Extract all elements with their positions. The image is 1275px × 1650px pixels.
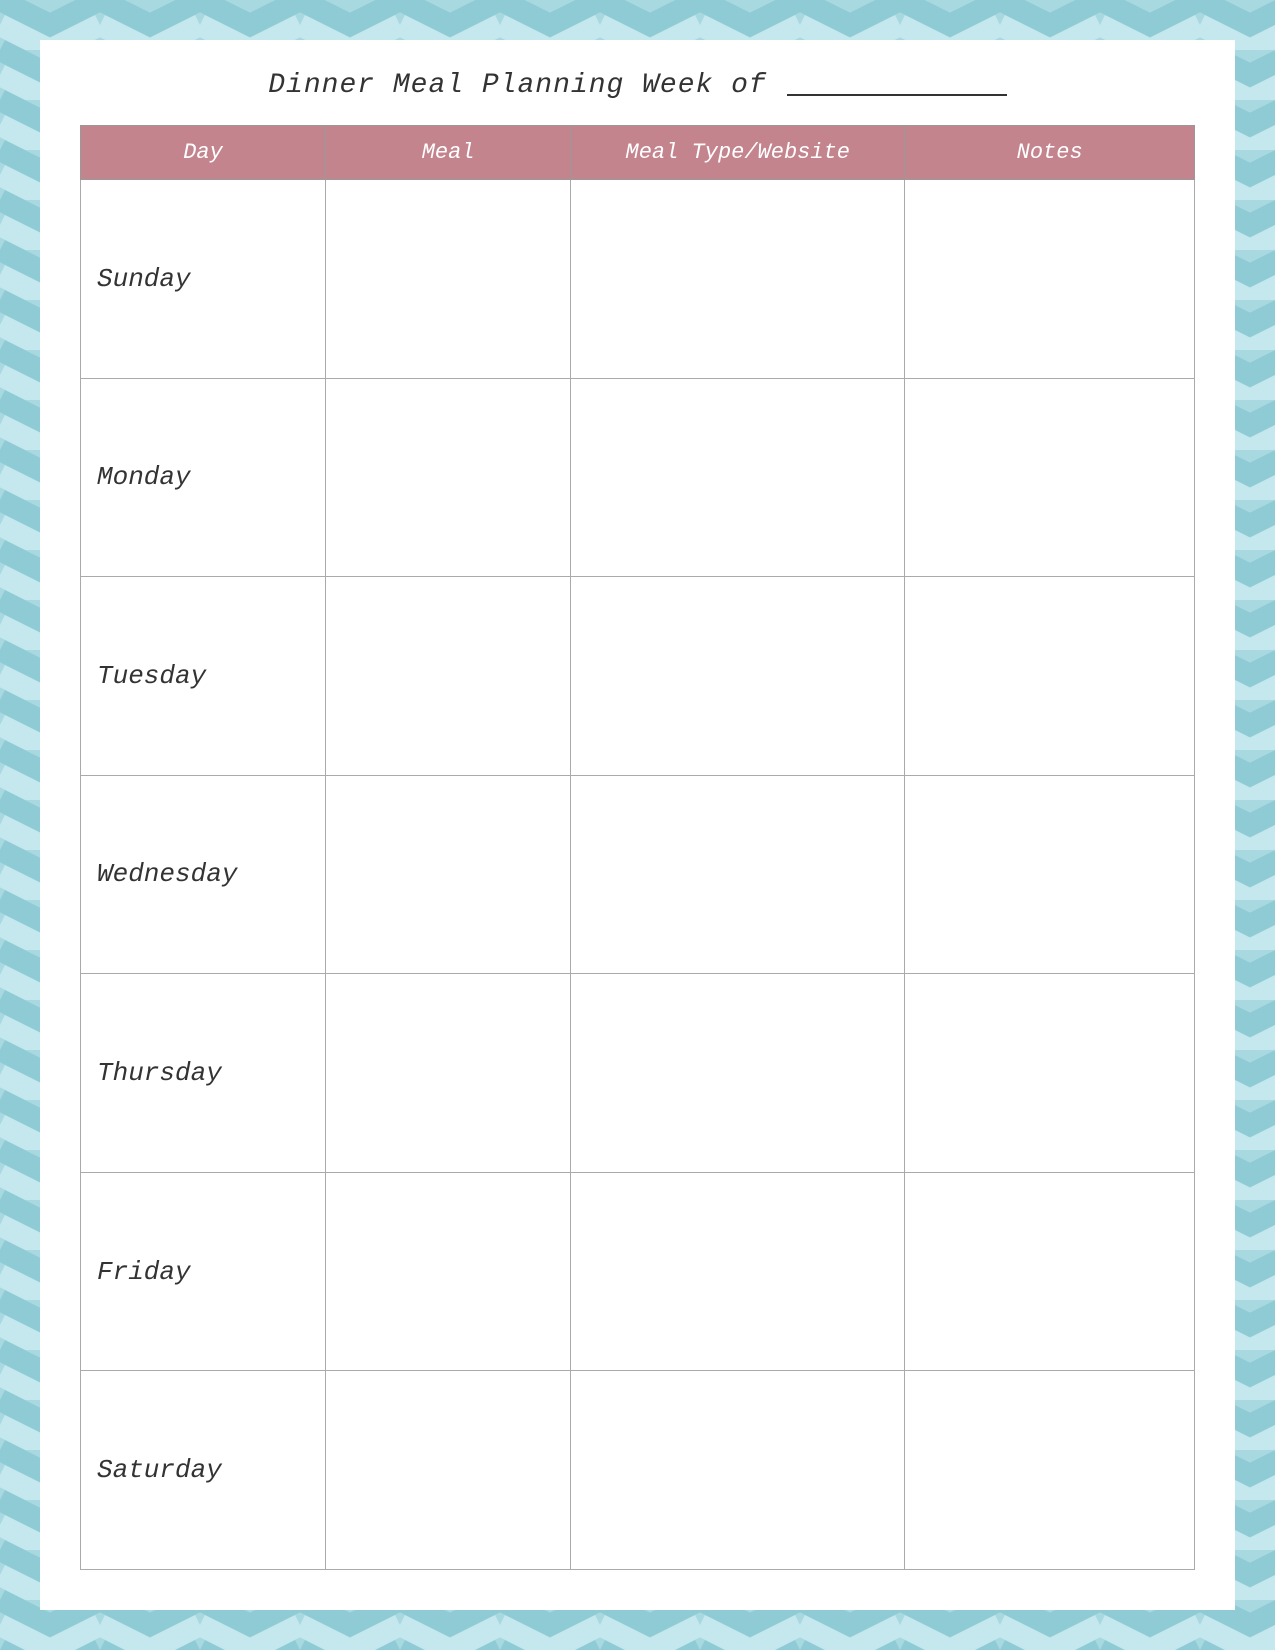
col-header-day: Day	[81, 126, 326, 180]
col-header-notes: Notes	[905, 126, 1195, 180]
day-wednesday: Wednesday	[81, 775, 326, 974]
notes-tuesday[interactable]	[905, 577, 1195, 776]
notes-friday[interactable]	[905, 1172, 1195, 1371]
notes-sunday[interactable]	[905, 180, 1195, 379]
table-row: Saturday	[81, 1371, 1195, 1570]
meal-wednesday[interactable]	[326, 775, 571, 974]
type-thursday[interactable]	[571, 974, 905, 1173]
table-row: Monday	[81, 378, 1195, 577]
table-row: Tuesday	[81, 577, 1195, 776]
table-row: Sunday	[81, 180, 1195, 379]
notes-wednesday[interactable]	[905, 775, 1195, 974]
type-monday[interactable]	[571, 378, 905, 577]
table-row: Wednesday	[81, 775, 1195, 974]
meal-planning-table: Day Meal Meal Type/Website Notes Sunday …	[80, 125, 1195, 1570]
notes-monday[interactable]	[905, 378, 1195, 577]
notes-thursday[interactable]	[905, 974, 1195, 1173]
day-saturday: Saturday	[81, 1371, 326, 1570]
table-header-row: Day Meal Meal Type/Website Notes	[81, 126, 1195, 180]
type-saturday[interactable]	[571, 1371, 905, 1570]
page-container: Dinner Meal Planning Week of Day Meal Me…	[40, 40, 1235, 1610]
table-row: Thursday	[81, 974, 1195, 1173]
type-friday[interactable]	[571, 1172, 905, 1371]
col-header-meal: Meal	[326, 126, 571, 180]
meal-monday[interactable]	[326, 378, 571, 577]
type-wednesday[interactable]	[571, 775, 905, 974]
week-of-line[interactable]	[787, 76, 1007, 96]
page-title: Dinner Meal Planning Week of	[268, 70, 766, 101]
type-tuesday[interactable]	[571, 577, 905, 776]
meal-saturday[interactable]	[326, 1371, 571, 1570]
meal-tuesday[interactable]	[326, 577, 571, 776]
day-tuesday: Tuesday	[81, 577, 326, 776]
day-monday: Monday	[81, 378, 326, 577]
day-friday: Friday	[81, 1172, 326, 1371]
notes-saturday[interactable]	[905, 1371, 1195, 1570]
title-row: Dinner Meal Planning Week of	[80, 70, 1195, 101]
meal-sunday[interactable]	[326, 180, 571, 379]
table-row: Friday	[81, 1172, 1195, 1371]
type-sunday[interactable]	[571, 180, 905, 379]
day-thursday: Thursday	[81, 974, 326, 1173]
col-header-type: Meal Type/Website	[571, 126, 905, 180]
meal-friday[interactable]	[326, 1172, 571, 1371]
day-sunday: Sunday	[81, 180, 326, 379]
meal-thursday[interactable]	[326, 974, 571, 1173]
